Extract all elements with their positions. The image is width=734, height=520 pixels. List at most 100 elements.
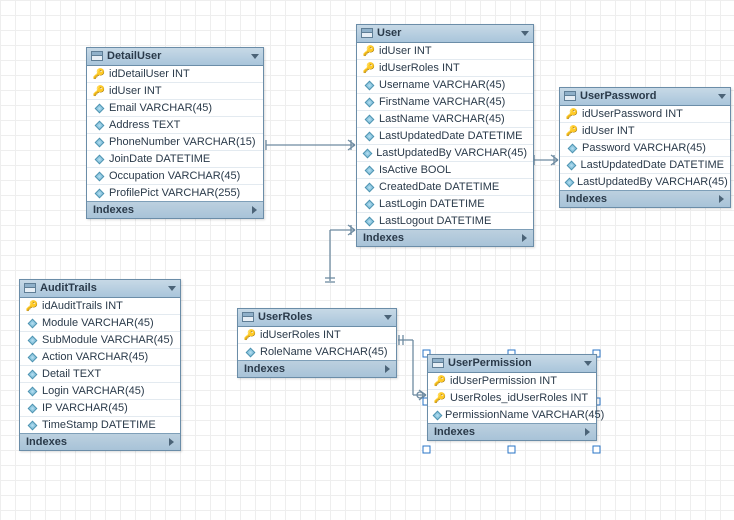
collapse-icon[interactable]	[168, 286, 176, 291]
collapse-icon[interactable]	[251, 54, 259, 59]
collapse-icon[interactable]	[521, 31, 529, 36]
column-row[interactable]: 🔑idUserPassword INT	[560, 106, 730, 123]
column-row[interactable]: LastUpdatedBy VARCHAR(45)	[560, 174, 730, 190]
column-row[interactable]: Address TEXT	[87, 117, 263, 134]
collapse-icon[interactable]	[718, 94, 726, 99]
column-icon	[26, 351, 38, 363]
entity-name: UserPassword	[580, 90, 656, 102]
column-text: Password VARCHAR(45)	[582, 142, 706, 154]
column-row[interactable]: LastName VARCHAR(45)	[357, 111, 533, 128]
column-row[interactable]: SubModule VARCHAR(45)	[20, 332, 180, 349]
column-icon	[363, 96, 375, 108]
column-row[interactable]: 🔑 idUser INT	[357, 43, 533, 60]
column-text: Module VARCHAR(45)	[42, 317, 154, 329]
column-icon	[26, 419, 38, 431]
column-text: Address TEXT	[109, 119, 180, 131]
column-row[interactable]: Action VARCHAR(45)	[20, 349, 180, 366]
column-row[interactable]: ProfilePict VARCHAR(255)	[87, 185, 263, 201]
column-text: idUserPassword INT	[582, 108, 683, 120]
column-row[interactable]: Detail TEXT	[20, 366, 180, 383]
column-row[interactable]: 🔑idUserRoles INT	[357, 60, 533, 77]
foreign-key-icon: 🔑	[93, 85, 105, 97]
column-row[interactable]: Module VARCHAR(45)	[20, 315, 180, 332]
column-row[interactable]: LastUpdatedBy VARCHAR(45)	[357, 145, 533, 162]
expand-icon	[522, 234, 527, 242]
column-row[interactable]: RoleName VARCHAR(45)	[238, 344, 396, 360]
column-text: LastUpdatedDate DATETIME	[379, 130, 522, 142]
entity-title[interactable]: UserRoles	[238, 309, 396, 327]
column-row[interactable]: TimeStamp DATETIME	[20, 417, 180, 433]
column-row[interactable]: 🔑idUser INT	[87, 83, 263, 100]
entity-detailuser[interactable]: DetailUser 🔑idDetailUser INT 🔑idUser INT…	[86, 47, 264, 219]
column-row[interactable]: LastLogout DATETIME	[357, 213, 533, 229]
column-row[interactable]: FirstName VARCHAR(45)	[357, 94, 533, 111]
indexes-label: Indexes	[93, 204, 134, 216]
column-text: idDetailUser INT	[109, 68, 190, 80]
entity-title[interactable]: User	[357, 25, 533, 43]
column-text: RoleName VARCHAR(45)	[260, 346, 388, 358]
column-row[interactable]: Occupation VARCHAR(45)	[87, 168, 263, 185]
column-row[interactable]: Login VARCHAR(45)	[20, 383, 180, 400]
column-row[interactable]: 🔑idUserPermission INT	[428, 373, 596, 390]
entity-userpassword[interactable]: UserPassword 🔑idUserPassword INT 🔑idUser…	[559, 87, 731, 208]
er-diagram-canvas[interactable]: { "footer_label": "Indexes", "entities":…	[0, 0, 734, 520]
entity-userpermission[interactable]: UserPermission 🔑idUserPermission INT 🔑Us…	[427, 354, 597, 441]
column-text: idAuditTrails INT	[42, 300, 123, 312]
key-icon: 🔑	[363, 45, 375, 57]
indexes-section[interactable]: Indexes	[560, 190, 730, 207]
indexes-section[interactable]: Indexes	[20, 433, 180, 450]
column-icon	[26, 317, 38, 329]
indexes-section[interactable]: Indexes	[357, 229, 533, 246]
entity-name: User	[377, 27, 401, 39]
collapse-icon[interactable]	[384, 315, 392, 320]
column-icon	[93, 153, 105, 165]
column-list: 🔑idUserRoles INT RoleName VARCHAR(45)	[238, 327, 396, 360]
entity-userroles[interactable]: UserRoles 🔑idUserRoles INT RoleName VARC…	[237, 308, 397, 378]
column-text: PermissionName VARCHAR(45)	[445, 409, 604, 421]
column-icon	[363, 113, 375, 125]
entity-title[interactable]: UserPassword	[560, 88, 730, 106]
column-row[interactable]: LastLogin DATETIME	[357, 196, 533, 213]
entity-title[interactable]: DetailUser	[87, 48, 263, 66]
column-list: 🔑idUserPermission INT 🔑UserRoles_idUserR…	[428, 373, 596, 423]
column-icon	[93, 187, 105, 199]
column-row[interactable]: 🔑idDetailUser INT	[87, 66, 263, 83]
column-row[interactable]: 🔑idAuditTrails INT	[20, 298, 180, 315]
column-row[interactable]: CreatedDate DATETIME	[357, 179, 533, 196]
column-row[interactable]: 🔑idUser INT	[560, 123, 730, 140]
column-icon	[26, 385, 38, 397]
column-row[interactable]: Password VARCHAR(45)	[560, 140, 730, 157]
column-text: Email VARCHAR(45)	[109, 102, 212, 114]
indexes-section[interactable]: Indexes	[87, 201, 263, 218]
column-row[interactable]: Username VARCHAR(45)	[357, 77, 533, 94]
indexes-section[interactable]: Indexes	[238, 360, 396, 377]
column-row[interactable]: JoinDate DATETIME	[87, 151, 263, 168]
column-text: idUser INT	[379, 45, 432, 57]
column-row[interactable]: IP VARCHAR(45)	[20, 400, 180, 417]
indexes-section[interactable]: Indexes	[428, 423, 596, 440]
column-row[interactable]: IsActive BOOL	[357, 162, 533, 179]
column-row[interactable]: 🔑UserRoles_idUserRoles INT	[428, 390, 596, 407]
column-row[interactable]: Email VARCHAR(45)	[87, 100, 263, 117]
entity-title[interactable]: UserPermission	[428, 355, 596, 373]
column-icon	[363, 215, 375, 227]
entity-user[interactable]: User 🔑 idUser INT 🔑idUserRoles INT Userna…	[356, 24, 534, 247]
entity-audittrails[interactable]: AuditTrails 🔑idAuditTrails INT Module VA…	[19, 279, 181, 451]
column-icon	[363, 130, 375, 142]
column-row[interactable]: LastUpdatedDate DATETIME	[357, 128, 533, 145]
column-row[interactable]: PermissionName VARCHAR(45)	[428, 407, 596, 423]
collapse-icon[interactable]	[584, 361, 592, 366]
column-row[interactable]: PhoneNumber VARCHAR(15)	[87, 134, 263, 151]
expand-icon	[252, 206, 257, 214]
column-row[interactable]: LastUpdatedDate DATETIME	[560, 157, 730, 174]
column-icon	[93, 102, 105, 114]
entity-title[interactable]: AuditTrails	[20, 280, 180, 298]
column-text: CreatedDate DATETIME	[379, 181, 499, 193]
column-text: ProfilePict VARCHAR(255)	[109, 187, 240, 199]
column-text: UserRoles_idUserRoles INT	[450, 392, 588, 404]
column-icon	[26, 334, 38, 346]
column-text: LastLogout DATETIME	[379, 215, 491, 227]
column-icon	[363, 147, 372, 159]
column-icon	[26, 368, 38, 380]
column-row[interactable]: 🔑idUserRoles INT	[238, 327, 396, 344]
